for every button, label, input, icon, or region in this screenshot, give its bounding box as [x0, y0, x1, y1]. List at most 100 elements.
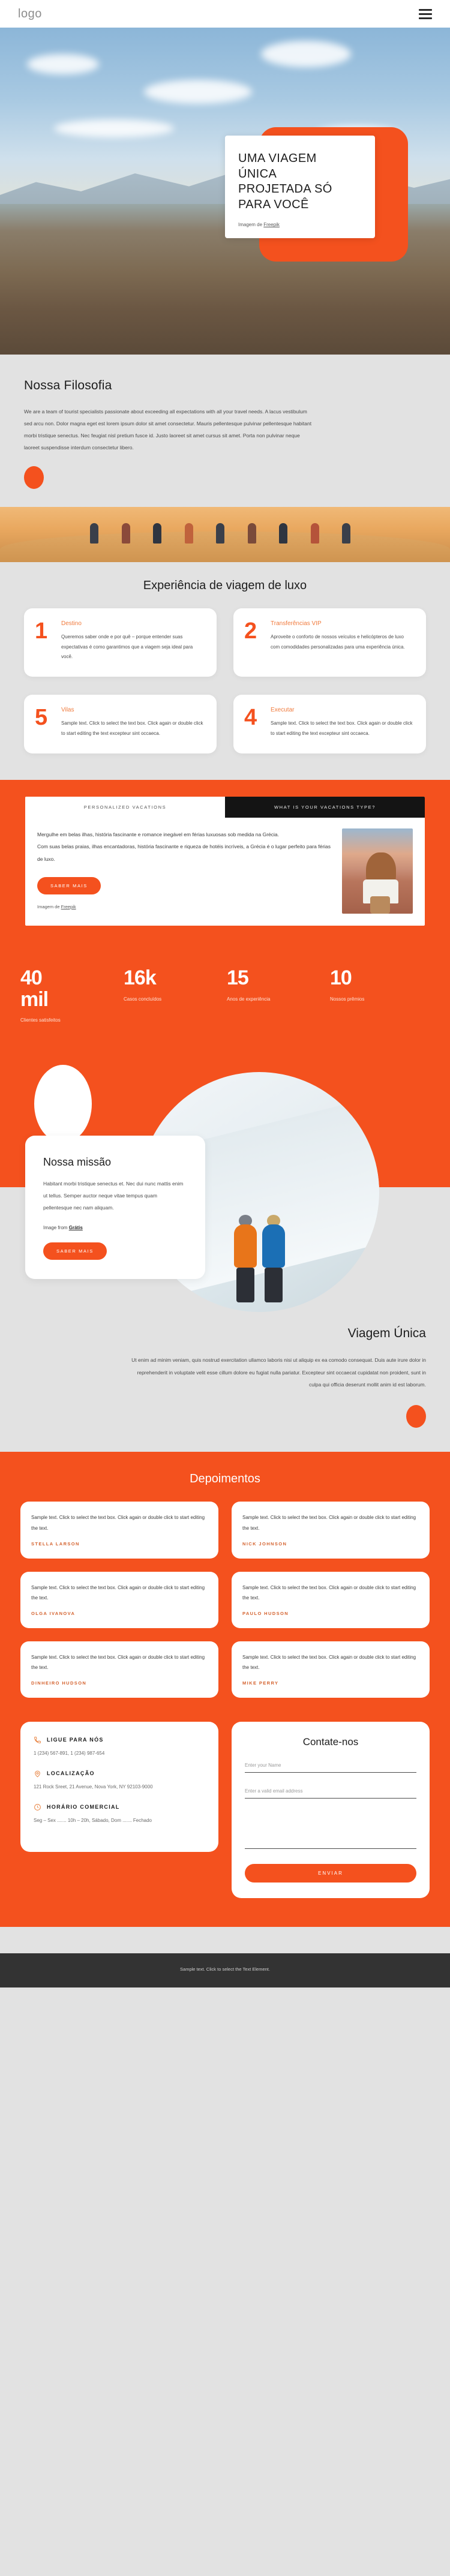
- stat-item: 15 Anos de experiência: [227, 967, 326, 1023]
- tab-personalized-vacations[interactable]: PERSONALIZED VACATIONS: [25, 796, 225, 818]
- footer-spacer: [0, 1926, 450, 1953]
- cloud-shape: [144, 80, 252, 104]
- hero-section: UMA VIAGEM ÚNICA PROJETADA SÓ PARA VOCÊ …: [0, 28, 450, 355]
- testimonial-author: DINHEIRO HUDSON: [31, 1680, 87, 1686]
- silhouette-figure: [279, 523, 287, 544]
- stat-label: Nossos prêmios: [330, 996, 365, 1002]
- testimonial-author: NICK JOHNSON: [242, 1541, 287, 1547]
- stat-value: 16k: [124, 966, 157, 989]
- card-title: Vilas: [61, 707, 74, 714]
- stat-label: Anos de experiência: [227, 996, 271, 1002]
- luxury-card: 5 Vilas Sample text. Click to select the…: [24, 695, 217, 753]
- desert-image-band: [0, 506, 450, 562]
- credit-prefix: Imagem de: [238, 222, 264, 228]
- unique-body: Ut enim ad minim veniam, quis nostrud ex…: [131, 1357, 426, 1388]
- silhouette-figure: [121, 523, 130, 544]
- site-logo[interactable]: logo: [18, 7, 42, 21]
- card-number: 4: [244, 705, 257, 731]
- testimonial-author: OLGA IVANOVA: [31, 1610, 76, 1616]
- tab-vacations-type[interactable]: WHAT IS YOUR VACATIONS TYPE?: [225, 796, 425, 818]
- location-title: LOCALIZAÇÃO: [47, 1770, 95, 1777]
- email-input[interactable]: [245, 1785, 416, 1799]
- silhouette-figure: [342, 523, 350, 544]
- card-text: Sample text. Click to select the text bo…: [271, 720, 413, 737]
- hiker-jacket: [262, 1224, 285, 1268]
- cloud-shape: [27, 53, 99, 74]
- cloud-shape: [261, 40, 351, 67]
- card-title: Transferências VIP: [271, 620, 322, 627]
- stat-item: 10 Nossos prêmios: [330, 967, 430, 1023]
- stats-grid: 40 mil Clientes satisfeitos 16k Casos co…: [20, 966, 430, 1023]
- luxury-experience-section: Experiência de viagem de luxo 1 Destino …: [0, 562, 450, 780]
- message-textarea[interactable]: [245, 1810, 416, 1849]
- vacations-photo: [342, 828, 413, 914]
- hero-title-line: PROJETADA SÓ: [238, 182, 332, 196]
- page-root: logo UMA VIAGEM ÚNICA PROJETADA SÓ PARA …: [0, 0, 450, 1987]
- testimonial-author: STELLA LARSON: [31, 1541, 80, 1547]
- testimonial-card: Sample text. Click to select the text bo…: [232, 1641, 430, 1698]
- silhouette-figure: [310, 523, 319, 544]
- hamburger-menu-icon[interactable]: [419, 8, 432, 19]
- testimonials-grid: Sample text. Click to select the text bo…: [20, 1502, 430, 1698]
- location-value: 121 Rock Sreet, 21 Avenue, Nova York, NY…: [34, 1784, 153, 1790]
- contact-form-heading: Contate-nos: [302, 1736, 359, 1748]
- hiker-legs: [236, 1268, 254, 1303]
- card-title: Destino: [61, 620, 82, 627]
- dune-shape: [0, 532, 450, 562]
- orange-dot-decoration: [406, 1405, 426, 1428]
- luxury-card-grid: 1 Destino Queremos saber onde e por quê …: [24, 608, 426, 753]
- testimonial-text: Sample text. Click to select the text bo…: [31, 1584, 205, 1601]
- stat-item: 16k Casos concluídos: [124, 966, 223, 1023]
- phone-icon: [34, 1737, 41, 1743]
- stats-section: 40 mil Clientes satisfeitos 16k Casos co…: [0, 945, 450, 1041]
- silhouette-figure: [216, 523, 224, 544]
- testimonial-card: Sample text. Click to select the text bo…: [20, 1502, 218, 1559]
- card-number: 1: [35, 618, 48, 644]
- hours-title: HORÁRIO COMERCIAL: [47, 1804, 120, 1811]
- testimonial-author: PAULO HUDSON: [242, 1610, 289, 1616]
- vacations-paragraph-2: Com suas belas praias, ilhas encantadora…: [37, 843, 331, 862]
- stat-label: Clientes satisfeitos: [20, 1017, 61, 1023]
- credit-prefix: Image from: [43, 1225, 69, 1231]
- philosophy-body: We are a team of tourist specialists pas…: [24, 409, 312, 451]
- testimonial-author: MIKE PERRY: [242, 1680, 279, 1686]
- phone-title: LIGUE PARA NÓS: [47, 1737, 104, 1743]
- hero-title-line: ÚNICA: [238, 167, 277, 181]
- card-title: Executar: [271, 707, 295, 714]
- luxury-card: 1 Destino Queremos saber onde e por quê …: [24, 608, 217, 677]
- testimonial-card: Sample text. Click to select the text bo…: [232, 1571, 430, 1628]
- mission-body: Habitant morbi tristique senectus et. Ne…: [43, 1181, 184, 1211]
- silhouette-figure: [153, 523, 161, 544]
- luxury-heading: Experiência de viagem de luxo: [143, 578, 307, 592]
- credit-link[interactable]: Freepik: [263, 222, 280, 227]
- unique-trip-section: Viagem Única Ut enim ad minim veniam, qu…: [0, 1313, 450, 1452]
- credit-link[interactable]: Freepik: [61, 904, 76, 909]
- card-text: Aproveite o conforto de nossos veículos …: [271, 634, 405, 650]
- testimonial-card: Sample text. Click to select the text bo…: [20, 1571, 218, 1628]
- clock-24h-icon: [34, 1803, 41, 1811]
- mission-saber-mais-button[interactable]: SABER MAIS: [43, 1242, 107, 1260]
- contact-form-card: Contate-nos ENVIAR: [232, 1721, 430, 1898]
- hero-title-line: UMA VIAGEM: [238, 152, 317, 165]
- phone-value: 1 (234) 567-891, 1 (234) 987-654: [34, 1750, 105, 1756]
- stat-item: 40 mil Clientes satisfeitos: [20, 967, 120, 1023]
- vacations-paragraph-1: Mergulhe em belas ilhas, história fascin…: [37, 831, 280, 837]
- hiker-jacket: [234, 1224, 257, 1268]
- saber-mais-button[interactable]: SABER MAIS: [37, 877, 101, 895]
- philosophy-section: Nossa Filosofia We are a team of tourist…: [0, 355, 450, 507]
- mission-card: Nossa missão Habitant morbi tristique se…: [25, 1136, 205, 1280]
- silhouette-figure: [90, 523, 98, 544]
- submit-button[interactable]: ENVIAR: [245, 1863, 416, 1883]
- vacations-tab-bar: PERSONALIZED VACATIONS WHAT IS YOUR VACA…: [25, 796, 425, 818]
- credit-link[interactable]: Grátis: [69, 1225, 83, 1230]
- hero-title: UMA VIAGEM ÚNICA PROJETADA SÓ PARA VOCÊ: [238, 151, 362, 212]
- phone-row: LIGUE PARA NÓS: [34, 1736, 205, 1744]
- hero-image-credit: Imagem de Freepik: [238, 222, 362, 227]
- photo-figure-backpack: [370, 896, 391, 914]
- hiker-legs: [265, 1268, 283, 1303]
- name-input[interactable]: [245, 1760, 416, 1773]
- card-text: Queremos saber onde e por quê – porque e…: [61, 634, 193, 660]
- testimonial-text: Sample text. Click to select the text bo…: [31, 1515, 205, 1531]
- footer-text: Sample text. Click to select the Text El…: [180, 1966, 270, 1972]
- site-header: logo: [0, 0, 450, 28]
